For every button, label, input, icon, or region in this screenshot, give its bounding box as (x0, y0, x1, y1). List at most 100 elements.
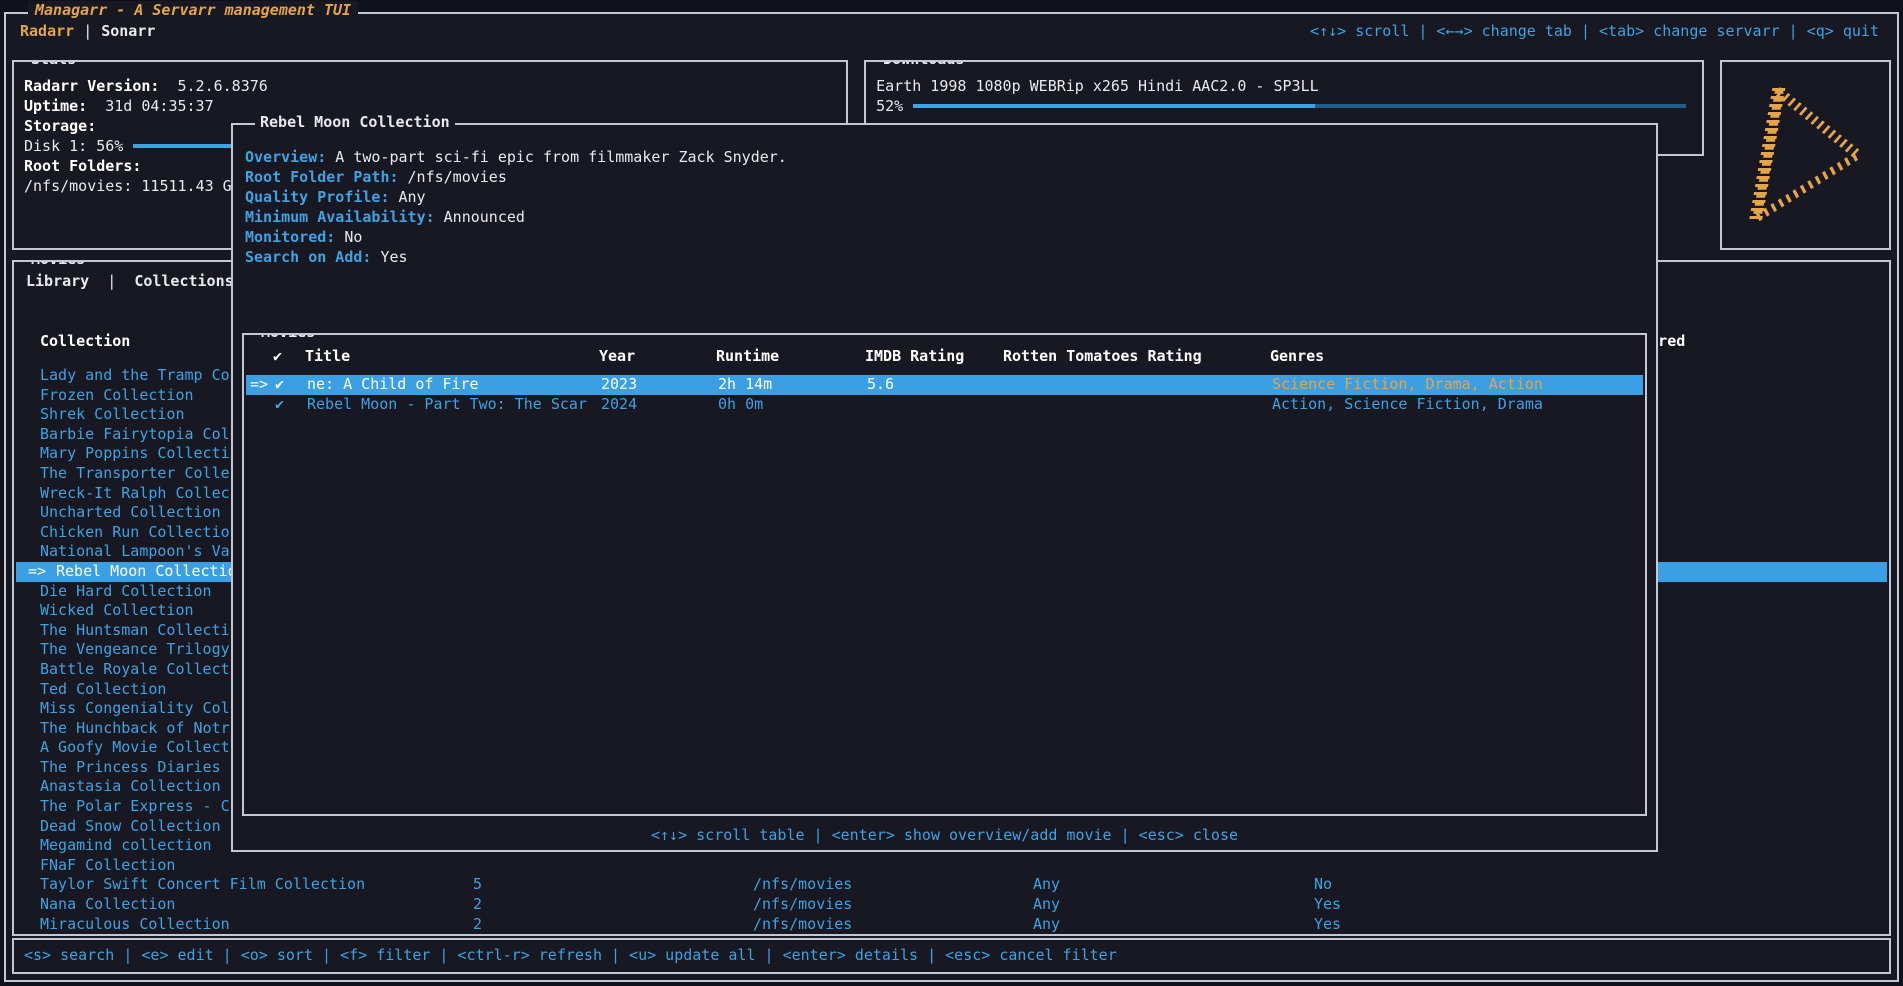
logo-panel (1720, 60, 1891, 250)
collection-row[interactable]: Taylor Swift Concert Film Collection 5/nf… (16, 875, 1887, 895)
collection-name: FNaF Collection (40, 856, 175, 876)
tab-library[interactable]: Library (26, 272, 89, 290)
collection-name: Anastasia Collection (40, 777, 221, 797)
collection-movie-count: 2 (473, 915, 482, 932)
column-title: Title (305, 347, 350, 365)
root-folders-label: Root Folders: (24, 157, 141, 175)
overview-label: Overview: (245, 148, 326, 166)
collection-quality-profile: Any (1033, 895, 1060, 915)
column-rotten-tomatoes-rating: Rotten Tomatoes Rating (1003, 347, 1202, 365)
collection-searched: No (1314, 875, 1332, 895)
tab-collections[interactable]: Collections (134, 272, 233, 290)
movie-monitored-check: ✔ (275, 395, 284, 415)
collection-name: A Goofy Movie Collect (40, 738, 230, 758)
overview-value: A two-part sci-fi epic from filmmaker Za… (335, 148, 787, 166)
collection-name: The Huntsman Collecti (40, 621, 230, 641)
modal-movies-box: Movies ✔ Title Year Runtime IMDB Rating … (242, 333, 1647, 816)
collection-fields: Overview: A two-part sci-fi epic from fil… (233, 125, 1656, 267)
collection-searched: Yes (1314, 915, 1341, 932)
tab-sonarr[interactable]: Sonarr (101, 22, 155, 40)
collection-name: Wreck-It Ralph Collec (40, 484, 230, 504)
collection-name: Uncharted Collection (40, 503, 221, 523)
keybind-bar: <s> search | <e> edit | <o> sort | <f> f… (12, 938, 1891, 974)
column-imdb-rating: IMDB Rating (865, 347, 964, 365)
storage-label: Storage: (24, 117, 96, 135)
collection-name: Barbie Fairytopia Col (40, 425, 230, 445)
collection-name: Dead Snow Collection (40, 817, 221, 837)
collection-root-folder: /nfs/movies (753, 895, 852, 915)
collection-name: Frozen Collection (40, 386, 194, 406)
collection-name: Nana Collection (40, 895, 175, 915)
uptime-label: Uptime: (24, 97, 87, 115)
managarr-logo (1732, 76, 1880, 234)
movie-year: 2024 (601, 395, 637, 415)
column-collection: Collection (40, 332, 130, 350)
version-value: 5.2.6.8376 (178, 77, 268, 95)
collection-movie-count: 2 (473, 895, 482, 915)
field-quality-profile: Quality Profile:Any (233, 187, 1656, 207)
root-folder-value: /nfs/movies: 11511.43 GB (24, 177, 241, 195)
collection-row[interactable]: Miraculous Collection 2/nfs/movies Any Yes (16, 915, 1887, 932)
movie-genres: Action, Science Fiction, Drama (1272, 395, 1543, 415)
column-runtime: Runtime (716, 347, 779, 365)
collection-row[interactable]: Nana Collection 2/nfs/movies Any Yes (16, 895, 1887, 915)
movie-row-selected[interactable]: => ✔ ne: A Child of Fire 2023 2h 14m 5.6… (246, 375, 1643, 395)
modal-movies-title: Movies (256, 333, 320, 341)
collection-name: Die Hard Collection (40, 582, 212, 602)
collection-name: Shrek Collection (40, 405, 185, 425)
minimum-availability-label: Minimum Availability: (245, 208, 435, 226)
modal-title: Rebel Moon Collection (255, 113, 455, 131)
monitored-value: No (344, 228, 362, 246)
collection-root-folder: /nfs/movies (753, 915, 852, 932)
tab-radarr[interactable]: Radarr (20, 22, 74, 40)
movie-runtime: 0h 0m (718, 395, 763, 415)
collection-name: Battle Royale Collect (40, 660, 230, 680)
field-overview: Overview: A two-part sci-fi epic from fil… (233, 147, 1656, 167)
collection-name: Wicked Collection (40, 601, 194, 621)
collection-movie-count: 5 (473, 875, 482, 895)
collection-quality-profile: Any (1033, 875, 1060, 895)
collection-name: Miss Congeniality Col (40, 699, 230, 719)
search-on-add-label: Search on Add: (245, 248, 371, 266)
tab-separator: | (83, 22, 92, 40)
movie-imdb-rating: 5.6 (867, 375, 894, 395)
search-on-add-value: Yes (380, 248, 407, 266)
download-percent-label: 52% (876, 96, 903, 116)
collection-quality-profile: Any (1033, 915, 1060, 932)
collection-name: Taylor Swift Concert Film Collection (40, 875, 365, 895)
movie-monitored-check: ✔ (275, 375, 284, 395)
minimum-availability-value: Announced (444, 208, 525, 226)
movie-row[interactable]: ✔ Rebel Moon - Part Two: The Scar 2024 0… (246, 395, 1643, 415)
root-folder-path-value: /nfs/movies (408, 168, 507, 186)
collection-name: The Hunchback of Notr (40, 719, 230, 739)
movies-table-rows: => ✔ ne: A Child of Fire 2023 2h 14m 5.6… (246, 375, 1643, 415)
collection-row[interactable]: FNaF Collection (16, 856, 1887, 876)
keybind-help-bottom: <s> search | <e> edit | <o> sort | <f> f… (14, 940, 1889, 971)
collection-root-folder: /nfs/movies (753, 875, 852, 895)
field-search-on-add: Search on Add: Yes (233, 247, 1656, 267)
movies-panel-title: Movies (26, 260, 90, 268)
keybind-help-top: <↑↓> scroll | <←→> change tab | <tab> ch… (1310, 22, 1883, 40)
monitored-label: Monitored: (245, 228, 335, 246)
column-monitored-check: ✔ (273, 347, 282, 365)
download-item-name: Earth 1998 1080p WEBRip x265 Hindi AAC2.… (876, 77, 1319, 95)
movie-genres: Science Fiction, Drama, Action (1272, 375, 1543, 395)
servarr-tabbar: Radarr | Sonarr <↑↓> scroll | <←→> chang… (6, 14, 1897, 48)
column-genres: Genres (1270, 347, 1324, 365)
collection-name: The Transporter Colle (40, 464, 230, 484)
field-minimum-availability: Minimum Availability: Announced (233, 207, 1656, 227)
collection-details-modal: Rebel Moon Collection Overview:A two-par… (231, 123, 1658, 852)
selected-row-prefix: => (250, 375, 268, 395)
movies-tab-separator: | (107, 272, 116, 290)
collection-searched: Yes (1314, 895, 1341, 915)
collection-name: National Lampoon's Va (40, 542, 230, 562)
collection-name: Chicken Run Collectio (40, 523, 230, 543)
collection-name: The Polar Express - C (40, 797, 230, 817)
disk-usage-label: Disk 1: 56% (24, 136, 123, 156)
download-progress-gauge (913, 104, 1686, 108)
collection-name: Miraculous Collection (40, 915, 230, 932)
quality-profile-label: Quality Profile: (245, 188, 390, 206)
collection-name: The Vengeance Trilogy (40, 640, 230, 660)
downloads-panel-title: Downloads (878, 60, 969, 68)
movie-title: ne: A Child of Fire (307, 375, 479, 395)
